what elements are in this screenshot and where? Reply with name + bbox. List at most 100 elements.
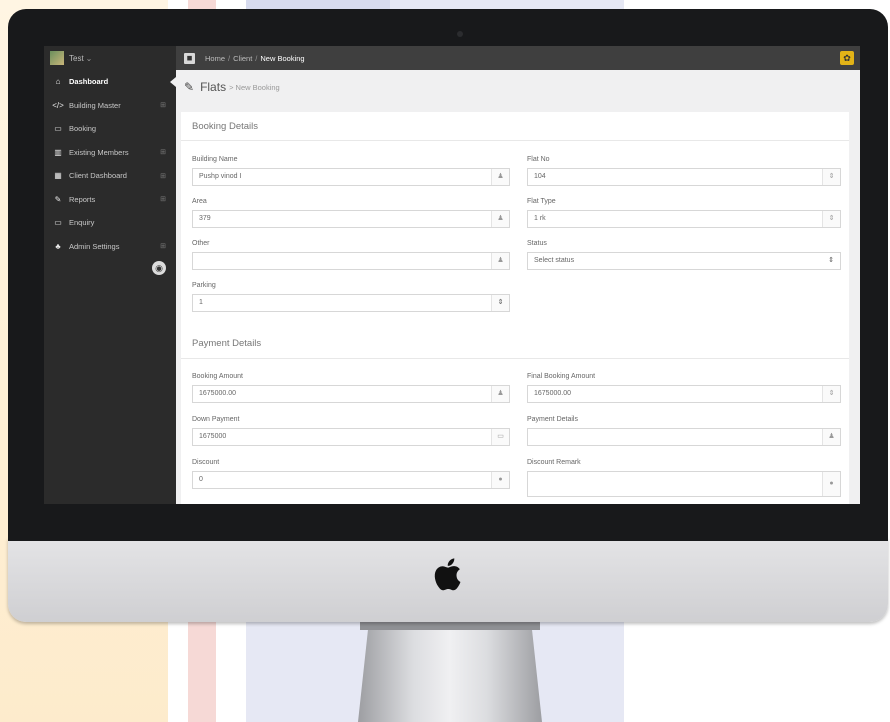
stepper-icon[interactable]: ⇕ [491,295,509,311]
stepper-icon[interactable]: ⇕ [822,211,840,227]
collapse-sidebar-icon[interactable]: ◉ [152,261,166,275]
flat-type-label: Flat Type [527,198,556,205]
sidebar-item-label: Enquiry [69,218,95,228]
building-name-value: Pushp vinod I [199,173,242,180]
booking-details-title: Booking Details [192,121,259,132]
expand-icon[interactable]: ⊞ [160,195,166,203]
flat-no-label: Flat No [527,156,550,163]
other-label: Other [192,240,210,247]
stage: Test ⌄ ⌂ Dashboard </> Building Master ⊞ ▭ Book… [0,0,890,722]
down-payment-label: Down Payment [192,416,240,423]
dashboard-home-icon[interactable]: ◼ [184,52,195,64]
inbox-icon: ▭ [54,124,62,134]
section-divider [181,358,849,359]
booking-amount-value: 1675000.00 [199,390,236,397]
parking-field[interactable]: 1 ⇕ [192,294,510,312]
stepper-icon[interactable]: ⇕ [822,169,840,185]
booking-amount-label: Booking Amount [192,373,243,380]
app-screen: Test ⌄ ⌂ Dashboard </> Building Master ⊞ ▭ Book… [44,46,860,504]
table-icon: ▦ [54,171,62,181]
code-icon: </> [52,100,64,110]
sidebar-item-client-dashboard[interactable]: ▦ Client Dashboard ⊞ [44,164,176,188]
payment-details-field[interactable]: ♟ [527,428,841,446]
payment-details-title: Payment Details [192,338,262,349]
sidebar-item-label: Building Master [69,100,121,110]
discount-remark-label: Discount Remark [527,459,581,466]
user-icon: ♟ [822,429,840,445]
breadcrumb-current: New Booking [260,53,305,63]
page-title-text: Flats [200,80,227,94]
expand-icon[interactable]: ⊞ [160,172,166,180]
select-arrow-icon: ⇕ [822,253,840,269]
sidebar-menu: ⌂ Dashboard </> Building Master ⊞ ▭ Booking ▥ Ex… [44,70,176,258]
bar-chart-icon: ▥ [54,147,62,157]
user-icon: ♟ [491,253,509,269]
sidebar-item-label: Admin Settings [69,241,120,251]
avatar [50,51,64,65]
home-icon: ⌂ [55,77,61,87]
discount-field[interactable]: 0 ● [192,471,510,489]
status-label: Status [527,240,547,247]
sidebar-item-label: Booking [69,124,97,134]
breadcrumb-client[interactable]: Client [233,54,252,63]
status-value: Select status [534,257,575,264]
stepper-icon[interactable]: ⇕ [822,386,840,402]
topbar: ◼ Home / Client / New Booking ✿ [176,46,860,70]
parking-value: 1 [199,299,203,306]
expand-icon[interactable]: ⊞ [160,101,166,109]
expand-icon[interactable]: ⊞ [160,148,166,156]
sidebar-item-admin-settings[interactable]: ♣ Admin Settings ⊞ [44,235,176,259]
booking-amount-field[interactable]: 1675000.00 ♟ [192,385,510,403]
user-icon: ♟ [491,211,509,227]
flat-type-value: 1 rk [534,215,546,222]
sidebar-item-label: Existing Members [69,147,129,157]
down-payment-value: 1675000 [199,433,227,440]
status-select[interactable]: Select status ⇕ [527,252,841,270]
flat-no-field[interactable]: 104 ⇕ [527,168,841,186]
monitor-icon: ▭ [54,218,62,228]
final-booking-amount-value: 1675000.00 [534,390,571,397]
down-payment-field[interactable]: 1675000 ▭ [192,428,510,446]
area-label: Area [192,198,207,205]
final-booking-amount-label: Final Booking Amount [527,373,596,380]
user-menu[interactable]: Test ⌄ [44,46,176,70]
area-field[interactable]: 379 ♟ [192,210,510,228]
sidebar-item-enquiry[interactable]: ▭ Enquiry [44,211,176,235]
discount-label: Discount [192,459,220,466]
sidebar-item-dashboard[interactable]: ⌂ Dashboard [44,70,176,94]
discount-value: 0 [199,476,203,483]
breadcrumb: Home / Client / New Booking [205,53,305,63]
sidebar-item-booking[interactable]: ▭ Booking [44,117,176,141]
settings-gear-icon[interactable]: ✿ [840,51,854,65]
flat-type-field[interactable]: 1 rk ⇕ [527,210,841,228]
booking-form: Booking Details Building Name Pushp vino… [181,112,849,504]
section-divider [181,140,849,141]
final-booking-amount-field[interactable]: 1675000.00 ⇕ [527,385,841,403]
active-item-indicator [170,77,176,87]
comment-icon: ● [822,472,840,496]
other-field[interactable]: ♟ [192,252,510,270]
comment-icon: ● [491,472,509,488]
parking-label: Parking [192,282,216,289]
sidebar-item-existing-members[interactable]: ▥ Existing Members ⊞ [44,141,176,165]
camera-icon [457,31,463,37]
building-name-field[interactable]: Pushp vinod I ♟ [192,168,510,186]
sidebar-item-label: Client Dashboard [69,171,127,181]
building-name-label: Building Name [192,156,238,163]
sidebar-item-label: Reports [69,194,96,204]
apple-logo-icon [434,558,461,591]
page-title: ✎ Flats > New Booking [184,80,280,94]
user-name: Test [69,53,84,63]
card-icon: ▭ [491,429,509,445]
monitor-stand [358,620,542,722]
sidebar-item-reports[interactable]: ✎ Reports ⊞ [44,188,176,212]
payment-details-label: Payment Details [527,416,578,423]
edit-icon: ✎ [184,80,195,94]
user-icon: ♟ [491,386,509,402]
discount-remark-field[interactable]: ● [527,471,841,497]
expand-icon[interactable]: ⊞ [160,242,166,250]
flat-no-value: 104 [534,173,546,180]
breadcrumb-home[interactable]: Home [205,54,225,63]
edit-icon: ✎ [54,194,62,204]
sidebar-item-building-master[interactable]: </> Building Master ⊞ [44,94,176,118]
